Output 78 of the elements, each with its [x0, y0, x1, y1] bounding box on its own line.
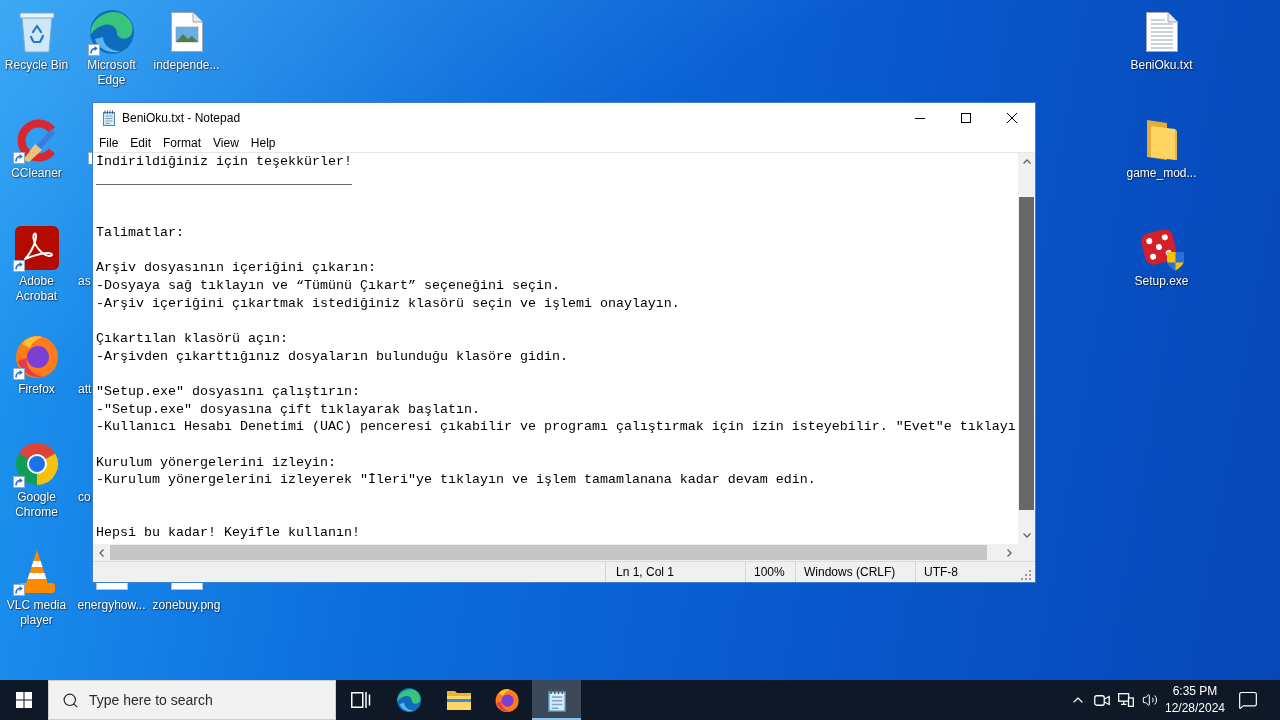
- icon-label[interactable]: energyhow...: [77, 598, 146, 613]
- traffic-cone-icon[interactable]: [18, 550, 55, 594]
- menu-item[interactable]: File: [93, 133, 125, 152]
- icon-label[interactable]: Google Chrome: [0, 490, 74, 520]
- status-text: 100%: [745, 562, 795, 582]
- icon-label[interactable]: as: [78, 274, 91, 289]
- icon-label[interactable]: Setup.exe: [1134, 274, 1189, 289]
- minimize-icon: [915, 117, 925, 119]
- caret-left-icon: [99, 548, 104, 557]
- resize-grip-icon[interactable]: [1021, 570, 1031, 580]
- text-line: -Arşivden çıkarttığınız dosyaların bulunduğu klasöre gidin.: [96, 347, 568, 366]
- scrollbar-thumb[interactable]: [1019, 197, 1034, 510]
- text-line: "Setup.exe" dosyasını çalıştırın:: [96, 382, 360, 401]
- status-text: Ln 1, Col 1: [605, 562, 745, 582]
- video-call-icon: [1094, 693, 1110, 707]
- text-line: Kurulum yönergelerini izleyin:: [96, 453, 336, 472]
- file-icon[interactable]: [95, 583, 128, 590]
- firefox-logo-icon: [495, 687, 520, 713]
- caret-right-icon: [1007, 548, 1012, 557]
- icon-label[interactable]: zonebuy.png: [152, 598, 221, 613]
- status-text: Windows (CRLF): [795, 562, 915, 582]
- task-view-icon: [350, 692, 371, 708]
- file-icon[interactable]: [170, 583, 203, 590]
- text-line: Hepsi bu kadar! Keyifle kullanın!: [96, 524, 360, 543]
- text-line: -Arşiv içeriğini çıkartmak istediğiniz klasörü seçin ve işlemi onaylayın.: [96, 294, 680, 313]
- icon-label[interactable]: independe...: [153, 58, 220, 73]
- taskbar-app-button[interactable]: [532, 680, 581, 720]
- text-file-icon[interactable]: [1145, 12, 1178, 52]
- icon-label[interactable]: att: [78, 382, 92, 397]
- scrollbar-thumb[interactable]: [110, 545, 987, 560]
- recycle-bin-icon[interactable]: [18, 11, 55, 53]
- taskbar-clock[interactable]: 6:35 PM 12/28/2024: [1162, 680, 1228, 720]
- text-line: Çıkartılan klasörü açın:: [96, 329, 288, 348]
- icon-label[interactable]: BeniOku.txt: [1130, 58, 1193, 73]
- search-icon: [62, 691, 79, 709]
- menu-item[interactable]: Format: [157, 133, 208, 152]
- icon-label[interactable]: VLC media player: [0, 598, 74, 628]
- windows-logo-icon: [16, 692, 32, 708]
- icon-label[interactable]: CCleaner: [11, 166, 62, 181]
- text-line: Talimatlar:: [96, 223, 184, 242]
- icon-label[interactable]: co: [78, 490, 91, 505]
- volume-icon: [1142, 692, 1158, 708]
- menu-item[interactable]: Edit: [124, 133, 158, 152]
- pdf-logo-icon[interactable]: [14, 226, 59, 270]
- text-line: -"Setup.exe" dosyasına çift tıklayarak başlatın.: [96, 400, 480, 419]
- menu-item[interactable]: View: [207, 133, 245, 152]
- folder-icon: [446, 690, 471, 710]
- menu-item[interactable]: Help: [244, 133, 282, 152]
- horizontal-scrollbar[interactable]: [93, 544, 1018, 561]
- search-bar[interactable]: Type here to search: [48, 680, 336, 720]
- maximize-icon: [961, 113, 971, 123]
- text-line: Arşiv dosyasının içeriğini çıkarın:: [96, 259, 376, 277]
- status-text: UTF-8: [915, 562, 1021, 582]
- network-icon: [1118, 693, 1134, 707]
- chrome-logo-icon[interactable]: [14, 442, 59, 486]
- text-line: -Kurulum yönergelerini izleyerek "İleri"ye tıklayın ve işlem tamamlanana kadar devam edin.: [96, 471, 816, 490]
- text-line: -Kullanıcı Hesabı Denetimi (UAC) penceresi çıkabilir ve programı çalıştırmak için izin isteyebilir. "Evet"e tıklayı: [96, 418, 1016, 436]
- text-line: ________________________________: [96, 170, 352, 189]
- text-line: İndirildiğiniz için teşekkürler!: [96, 153, 352, 171]
- search-field[interactable]: Type here to search: [89, 692, 335, 708]
- caret-down-icon: [1022, 533, 1031, 538]
- image-file-icon[interactable]: [170, 12, 203, 52]
- notepad-icon: [101, 110, 117, 126]
- edge-logo-icon[interactable]: [89, 10, 134, 54]
- text-line: -Dosyaya sağ tıklayın ve “Tümünü Çıkart” seçeneğini seçin.: [96, 276, 560, 295]
- notification-icon: [1238, 690, 1258, 710]
- folder-icon[interactable]: [1146, 120, 1177, 160]
- icon-label[interactable]: Microsoft Edge: [74, 58, 149, 88]
- icon-label[interactable]: Adobe Acrobat: [0, 274, 74, 304]
- firefox-logo-icon[interactable]: [14, 334, 59, 378]
- edge-logo-icon: [397, 687, 422, 713]
- vertical-scrollbar[interactable]: [1018, 152, 1035, 544]
- close-icon: [1007, 113, 1017, 123]
- icon-label[interactable]: game_mod...: [1126, 166, 1197, 181]
- window-title: BeniOku.txt - Notepad: [122, 111, 241, 125]
- icon-label[interactable]: Recycle Bin: [4, 58, 69, 73]
- icon-label[interactable]: Firefox: [18, 382, 55, 397]
- caret-up-icon: [1022, 159, 1031, 164]
